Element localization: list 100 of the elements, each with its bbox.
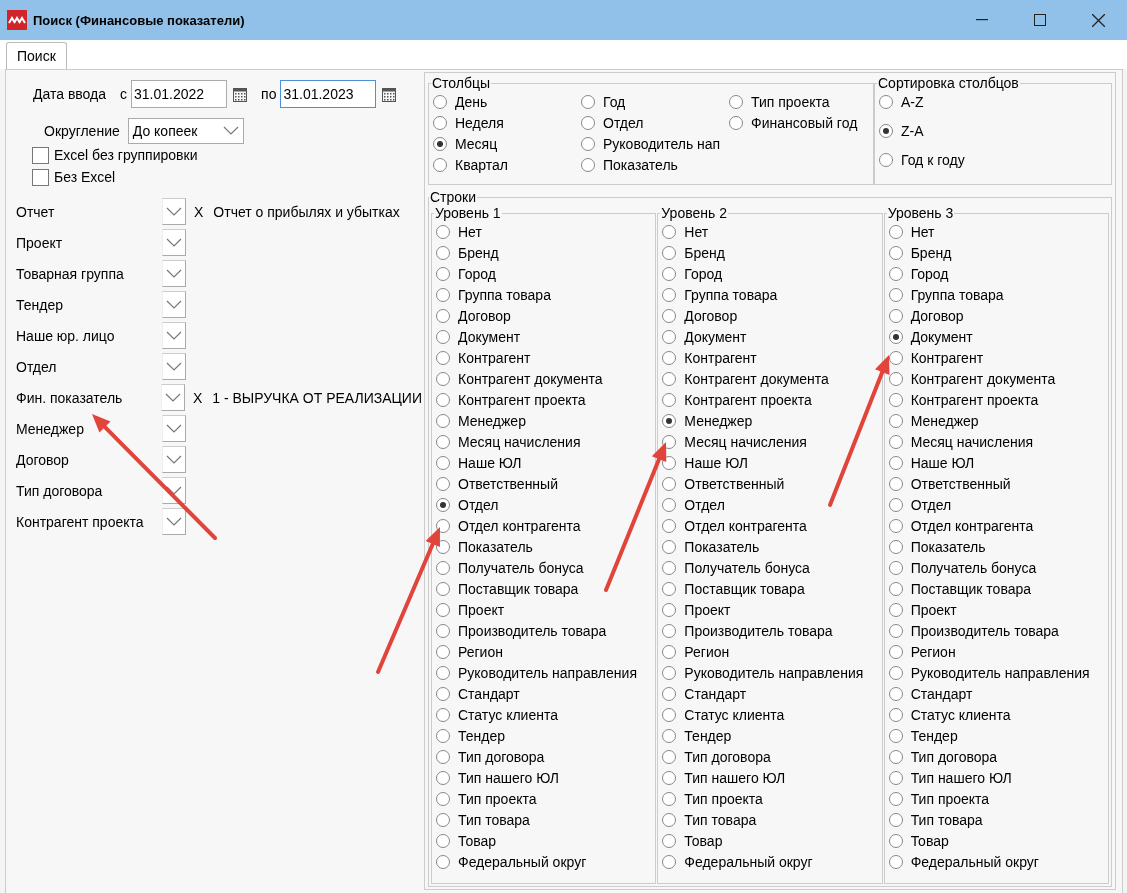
radio-button[interactable] [436,623,450,638]
radio-button[interactable] [436,245,450,260]
radio-button[interactable] [888,266,903,281]
radio-button[interactable] [888,308,903,323]
radio-button[interactable] [662,413,677,428]
dropdown-button[interactable] [162,446,186,473]
radio-button[interactable] [436,770,450,785]
checkbox[interactable] [32,146,49,164]
radio-button[interactable] [662,686,677,701]
radio-button[interactable] [888,329,903,344]
radio-button[interactable] [879,123,893,138]
radio-button[interactable] [433,157,447,172]
radio-button[interactable] [436,350,450,365]
radio-button[interactable] [436,833,450,848]
radio-button[interactable] [888,371,903,386]
radio-button[interactable] [888,665,903,680]
radio-button[interactable] [662,308,677,323]
radio-button[interactable] [436,392,450,407]
radio-button[interactable] [662,371,677,386]
radio-button[interactable] [662,791,677,806]
radio-button[interactable] [662,749,677,764]
radio-button[interactable] [436,854,450,869]
rounding-dropdown[interactable]: До копеек [127,117,244,144]
radio-button[interactable] [888,833,903,848]
radio-button[interactable] [436,518,450,533]
radio-button[interactable] [436,644,450,659]
clear-button[interactable]: X [192,389,203,406]
radio-button[interactable] [436,665,450,680]
radio-button[interactable] [433,136,447,151]
radio-button[interactable] [436,686,450,701]
radio-button[interactable] [436,602,450,617]
calendar-icon[interactable] [233,86,248,102]
radio-button[interactable] [662,623,677,638]
radio-button[interactable] [888,224,903,239]
radio-button[interactable] [436,413,450,428]
checkbox[interactable] [32,168,49,186]
dropdown-button[interactable] [162,415,186,442]
radio-button[interactable] [888,770,903,785]
radio-button[interactable] [662,833,677,848]
dropdown-button[interactable] [162,322,186,349]
radio-button[interactable] [662,518,677,533]
radio-button[interactable] [581,136,595,151]
radio-button[interactable] [888,791,903,806]
radio-button[interactable] [888,350,903,365]
radio-button[interactable] [888,245,903,260]
radio-button[interactable] [662,287,677,302]
radio-button[interactable] [436,581,450,596]
radio-button[interactable] [888,560,903,575]
radio-button[interactable] [662,581,677,596]
radio-button[interactable] [436,560,450,575]
radio-button[interactable] [436,707,450,722]
dropdown-button[interactable] [162,198,186,225]
radio-button[interactable] [662,497,677,512]
radio-button[interactable] [729,115,743,130]
radio-button[interactable] [662,539,677,554]
dropdown-button[interactable] [162,229,186,256]
radio-button[interactable] [436,749,450,764]
radio-button[interactable] [888,686,903,701]
radio-button[interactable] [888,518,903,533]
radio-button[interactable] [888,707,903,722]
radio-button[interactable] [662,434,677,449]
radio-button[interactable] [888,602,903,617]
radio-button[interactable] [662,728,677,743]
radio-button[interactable] [436,329,450,344]
radio-button[interactable] [888,413,903,428]
radio-button[interactable] [662,644,677,659]
radio-button[interactable] [888,623,903,638]
radio-button[interactable] [888,728,903,743]
radio-button[interactable] [888,455,903,470]
radio-button[interactable] [662,224,677,239]
radio-button[interactable] [436,224,450,239]
radio-button[interactable] [436,497,450,512]
radio-button[interactable] [888,476,903,491]
radio-button[interactable] [888,644,903,659]
radio-button[interactable] [662,854,677,869]
tab[interactable]: Поиск [6,42,67,69]
radio-button[interactable] [436,812,450,827]
radio-button[interactable] [662,245,677,260]
radio-button[interactable] [662,602,677,617]
radio-button[interactable] [662,350,677,365]
radio-button[interactable] [888,749,903,764]
date-input[interactable]: 31.01.2023 [280,80,377,108]
radio-button[interactable] [581,94,595,109]
clear-button[interactable]: X [194,203,204,220]
radio-button[interactable] [888,539,903,554]
radio-button[interactable] [662,707,677,722]
radio-button[interactable] [436,434,450,449]
radio-button[interactable] [729,94,743,109]
radio-button[interactable] [581,115,595,130]
radio-button[interactable] [879,152,893,167]
radio-button[interactable] [662,560,677,575]
radio-button[interactable] [581,157,595,172]
radio-button[interactable] [888,812,903,827]
radio-button[interactable] [436,455,450,470]
radio-button[interactable] [436,791,450,806]
radio-button[interactable] [436,266,450,281]
radio-button[interactable] [662,770,677,785]
radio-button[interactable] [888,854,903,869]
radio-button[interactable] [662,392,677,407]
radio-button[interactable] [888,581,903,596]
